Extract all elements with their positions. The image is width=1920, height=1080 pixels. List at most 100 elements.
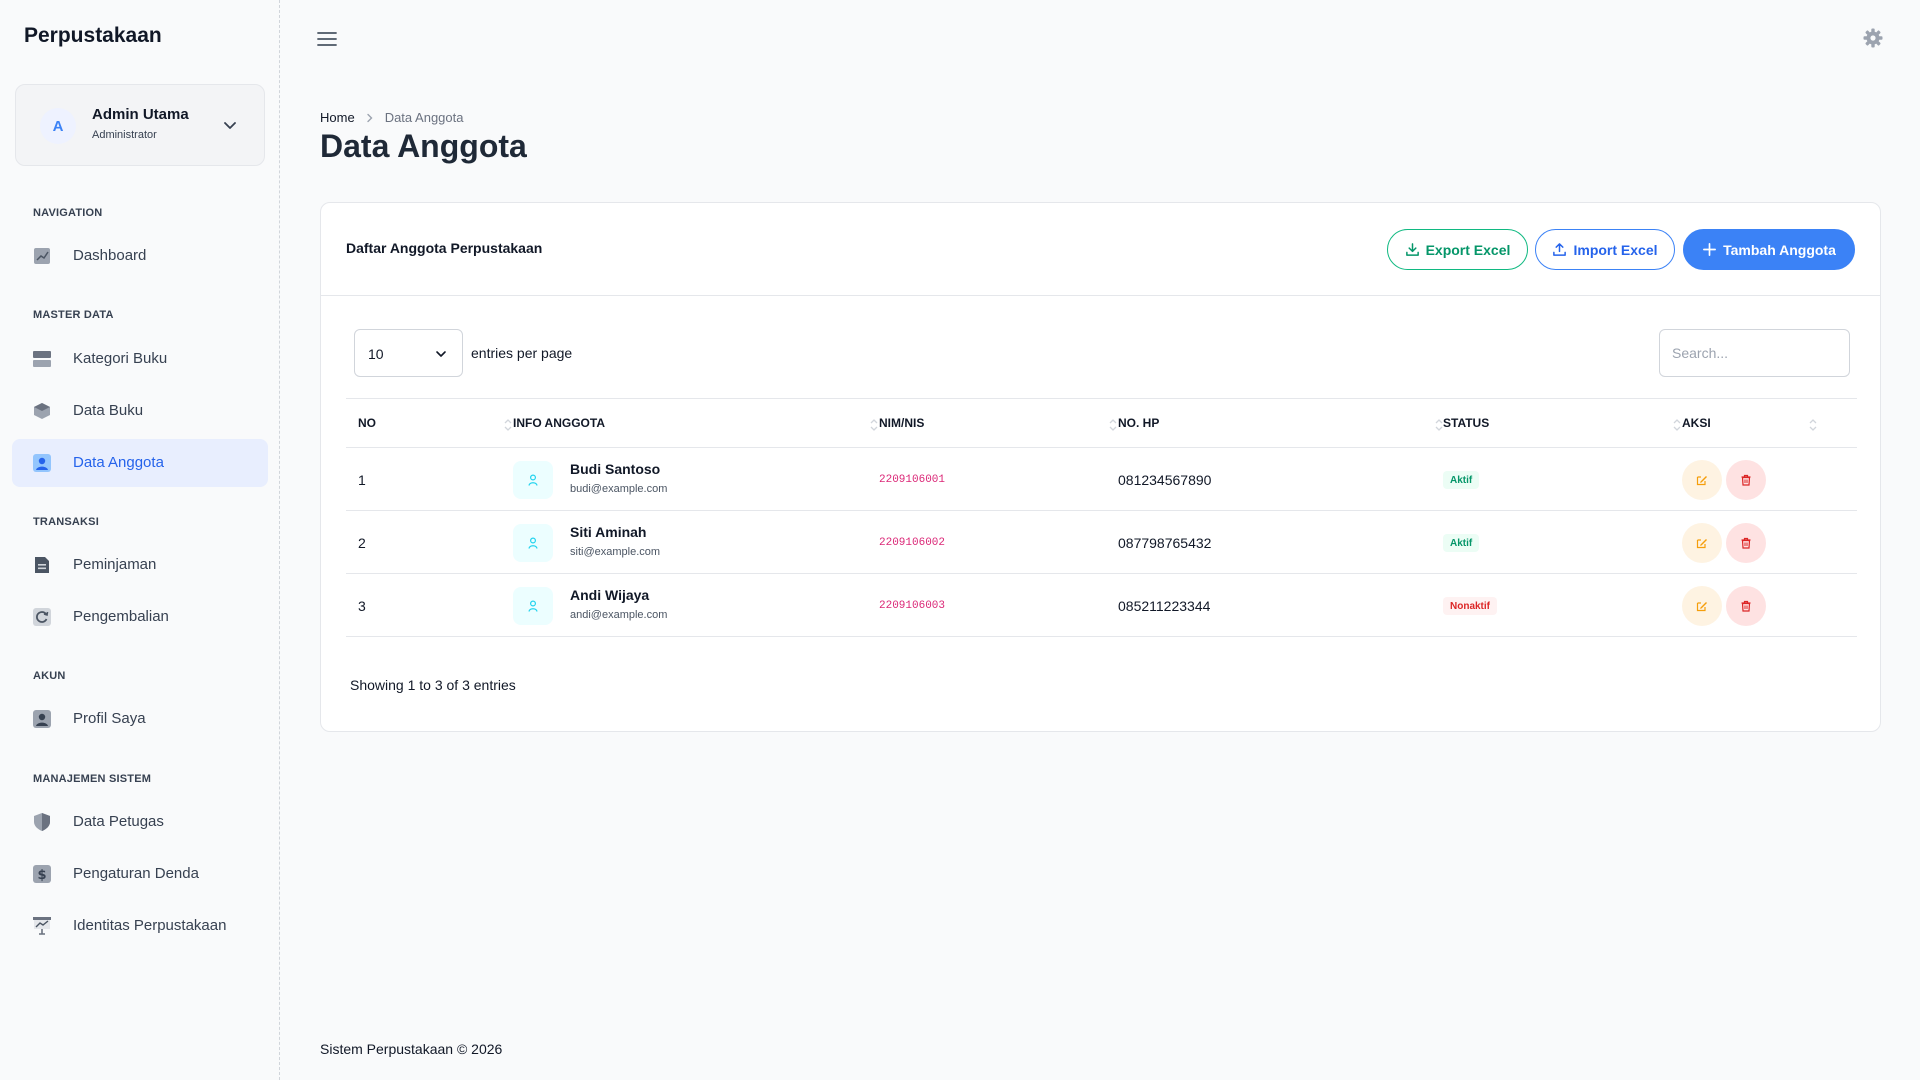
entries-per-page-label: entries per page <box>471 345 573 361</box>
table-row: 2 Siti Aminah siti@example.com 220910600… <box>346 511 1857 574</box>
sidebar-item-label: Data Anggota <box>73 454 164 471</box>
trash-icon <box>1741 537 1751 549</box>
sidebar-item-dashboard[interactable]: Dashboard <box>12 232 268 280</box>
member-name: Budi Santoso <box>570 461 661 477</box>
nav-section-transaksi: TRANSAKSI <box>33 516 99 528</box>
hamburger-menu-icon[interactable] <box>316 28 338 50</box>
brand-title: Perpustakaan <box>24 24 162 47</box>
dashboard-icon <box>34 248 50 264</box>
edit-button[interactable] <box>1682 586 1722 626</box>
sort-icon[interactable] <box>1808 416 1818 434</box>
search-input[interactable] <box>1659 329 1850 377</box>
add-member-label: Tambah Anggota <box>1723 241 1836 258</box>
avatar: A <box>40 108 76 144</box>
sidebar-item-profil-saya[interactable]: Profil Saya <box>12 695 268 743</box>
column-header-info-anggota[interactable]: INFO ANGGOTA <box>513 416 605 430</box>
members-card: Daftar Anggota Perpustakaan Export Excel… <box>320 202 1881 732</box>
column-header-status[interactable]: STATUS <box>1443 416 1489 430</box>
member-avatar <box>513 524 553 562</box>
member-name: Andi Wijaya <box>570 587 650 603</box>
delete-button[interactable] <box>1726 586 1766 626</box>
sidebar-item-data-petugas[interactable]: Data Petugas <box>12 798 268 846</box>
sidebar: Perpustakaan A Admin Utama Administrator… <box>0 0 280 1080</box>
sidebar-item-label: Data Petugas <box>73 813 164 830</box>
sidebar-item-identitas-perpustakaan[interactable]: Identitas Perpustakaan <box>12 902 268 950</box>
user-icon <box>528 600 538 612</box>
sidebar-item-pengembalian[interactable]: Pengembalian <box>12 593 268 641</box>
sidebar-item-label: Data Buku <box>73 402 144 419</box>
shield-icon <box>34 813 50 831</box>
user-name: Admin Utama <box>92 106 189 123</box>
return-icon <box>33 608 51 626</box>
import-excel-button[interactable]: Import Excel <box>1535 229 1675 270</box>
member-avatar <box>513 461 553 499</box>
member-nim: 2209106002 <box>879 537 946 549</box>
member-email: budi@example.com <box>570 483 668 495</box>
card-header: Daftar Anggota Perpustakaan Export Excel… <box>321 203 1880 296</box>
sort-icon[interactable] <box>1108 416 1118 434</box>
add-member-button[interactable]: Tambah Anggota <box>1683 229 1855 270</box>
sidebar-item-data-anggota[interactable]: Data Anggota <box>12 439 268 487</box>
edit-icon <box>1696 602 1707 612</box>
sidebar-item-kategori-buku[interactable]: Kategori Buku <box>12 335 268 383</box>
edit-button[interactable] <box>1682 523 1722 563</box>
sidebar-item-label: Profil Saya <box>73 710 146 727</box>
library-icon <box>33 917 51 935</box>
edit-icon <box>1696 476 1707 486</box>
user-icon <box>528 537 538 549</box>
gear-icon[interactable] <box>1862 27 1884 49</box>
card-title: Daftar Anggota Perpustakaan <box>346 240 543 256</box>
import-excel-label: Import Excel <box>1573 241 1658 258</box>
breadcrumb: Home Data Anggota <box>320 110 463 125</box>
column-header-no[interactable]: NO <box>358 416 376 430</box>
status-badge: Aktif <box>1443 534 1480 552</box>
sort-icon[interactable] <box>503 416 513 434</box>
sort-icon[interactable] <box>869 416 879 434</box>
row-number: 3 <box>358 598 366 614</box>
entries-value: 10 <box>368 346 384 362</box>
status-badge: Aktif <box>1443 471 1480 489</box>
sidebar-item-pengaturan-denda[interactable]: $ Pengaturan Denda <box>12 850 268 898</box>
delete-button[interactable] <box>1726 460 1766 500</box>
export-excel-button[interactable]: Export Excel <box>1387 229 1528 270</box>
column-header-no-hp[interactable]: NO. HP <box>1118 416 1159 430</box>
column-header-nim-nis[interactable]: NIM/NIS <box>879 416 924 430</box>
member-nim: 2209106003 <box>879 600 946 612</box>
table-info: Showing 1 to 3 of 3 entries <box>350 677 516 693</box>
breadcrumb-home[interactable]: Home <box>320 110 355 125</box>
page-title: Data Anggota <box>320 128 527 164</box>
delete-button[interactable] <box>1726 523 1766 563</box>
column-header-aksi: AKSI <box>1682 416 1711 430</box>
user-card[interactable]: A Admin Utama Administrator <box>15 84 265 166</box>
loan-icon <box>35 557 49 573</box>
member-email: andi@example.com <box>570 609 668 621</box>
category-icon <box>33 351 51 367</box>
member-icon <box>33 454 51 472</box>
upload-icon <box>1553 243 1567 256</box>
sidebar-item-label: Dashboard <box>73 247 147 264</box>
sort-icon[interactable] <box>1672 416 1682 434</box>
table-row: 3 Andi Wijaya andi@example.com 220910600… <box>346 574 1857 637</box>
nav-section-manajemen-sistem: MANAJEMEN SISTEM <box>33 773 152 785</box>
member-nim: 2209106001 <box>879 474 946 486</box>
member-phone: 087798765432 <box>1118 535 1212 551</box>
member-avatar <box>513 587 553 625</box>
chevron-down-icon <box>436 351 446 357</box>
entries-per-page-select[interactable]: 10 <box>354 329 463 377</box>
table-header: NO INFO ANGGOTA NIM/NIS NO. HP STATUS AK… <box>346 398 1857 448</box>
row-number: 1 <box>358 472 366 488</box>
edit-button[interactable] <box>1682 460 1722 500</box>
dollar-icon: $ <box>33 865 51 883</box>
sidebar-item-peminjaman[interactable]: Peminjaman <box>12 541 268 589</box>
table-row: 1 Budi Santoso budi@example.com 22091060… <box>346 448 1857 511</box>
breadcrumb-current: Data Anggota <box>384 110 464 125</box>
trash-icon <box>1741 474 1751 486</box>
nav-section-navigation: NAVIGATION <box>33 207 103 219</box>
book-icon <box>34 403 50 419</box>
chevron-down-icon[interactable] <box>220 115 240 135</box>
row-number: 2 <box>358 535 366 551</box>
sidebar-item-data-buku[interactable]: Data Buku <box>12 387 268 435</box>
user-icon <box>528 474 538 486</box>
member-name: Siti Aminah <box>570 524 647 540</box>
members-table: NO INFO ANGGOTA NIM/NIS NO. HP STATUS AK… <box>346 398 1857 637</box>
